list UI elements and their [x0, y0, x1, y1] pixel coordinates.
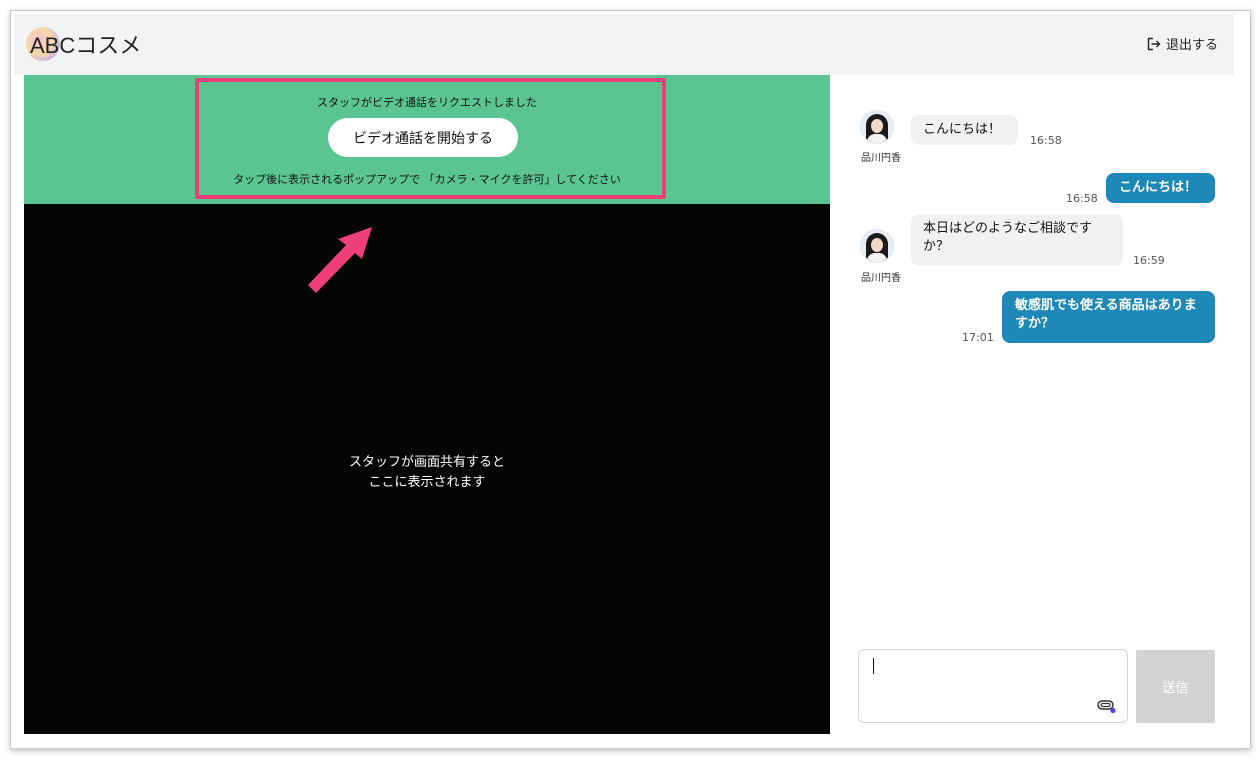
incoming-message: こんにちは！: [911, 115, 1018, 145]
message-time: 16:58: [1066, 192, 1098, 205]
sender-name: 品川円香: [861, 153, 901, 164]
send-button[interactable]: 送信: [1136, 650, 1215, 723]
text-caret: [873, 658, 874, 674]
outgoing-message: こんにちは！: [1106, 173, 1215, 203]
message-time: 17:01: [962, 331, 994, 344]
logout-icon: [1147, 37, 1161, 50]
outgoing-message: 敏感肌でも使える商品はありますか？: [1002, 291, 1215, 343]
video-area: スタッフがビデオ通話をリクエストしました ビデオ通話を開始する タップ後に表示さ…: [24, 75, 830, 734]
logout-button[interactable]: 退出する: [1147, 34, 1218, 53]
screen-share-placeholder: スタッフが画面共有すると ここに表示されます: [348, 455, 505, 490]
incoming-message: 本日はどのようなご相談ですか？: [911, 214, 1123, 266]
sender-name: 品川円香: [861, 273, 901, 284]
message-input[interactable]: [858, 649, 1128, 723]
logo: ABCコスメ: [26, 27, 142, 61]
chat-panel: 品川円香 こんにちは！ 16:58 16:58 こんにちは！ 品川円香 本日はど…: [830, 75, 1234, 734]
message-time: 16:59: [1133, 254, 1165, 267]
app-header: ABCコスメ 退出する: [14, 14, 1234, 75]
message-time: 16:58: [1030, 134, 1062, 147]
video-call-banner: スタッフがビデオ通話をリクエストしました ビデオ通話を開始する タップ後に表示さ…: [24, 75, 830, 204]
annotation-arrow-icon: [308, 227, 372, 293]
staff-avatar: [860, 229, 894, 263]
logout-label: 退出する: [1165, 38, 1218, 53]
highlight-frame: [195, 78, 666, 199]
paperclip-icon[interactable]: [1097, 698, 1117, 714]
logo-text: ABCコスメ: [30, 33, 142, 58]
staff-avatar: [860, 110, 894, 144]
